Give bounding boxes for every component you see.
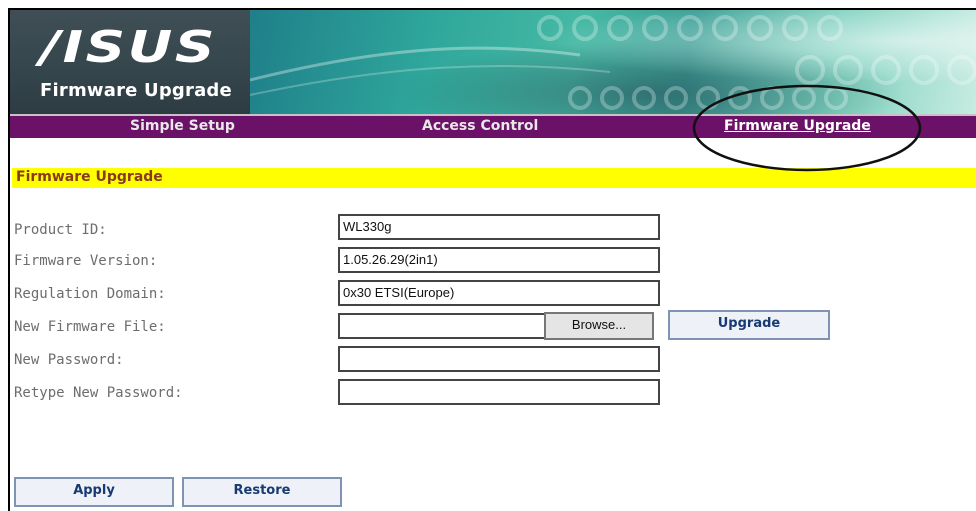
rings-decoration	[250, 15, 976, 110]
firmware-version-field: 1.05.26.29(2in1)	[338, 247, 660, 273]
firmware-version-label: Firmware Version:	[14, 253, 158, 269]
new-firmware-file-label: New Firmware File:	[14, 319, 166, 335]
nav-simple-setup[interactable]: Simple Setup	[130, 118, 235, 134]
apply-button[interactable]: Apply	[14, 477, 174, 507]
nav-access-control[interactable]: Access Control	[422, 118, 538, 134]
product-id-label: Product ID:	[14, 222, 107, 238]
nav-firmware-upgrade[interactable]: Firmware Upgrade	[724, 118, 871, 134]
banner-graphic	[250, 10, 976, 114]
header-banner: /ISUS Firmware Upgrade	[10, 10, 976, 114]
retype-password-field[interactable]	[338, 379, 660, 405]
section-title: Firmware Upgrade	[16, 169, 163, 185]
retype-password-label: Retype New Password:	[14, 385, 183, 401]
regulation-domain-field: 0x30 ETSI(Europe)	[338, 280, 660, 306]
main-nav: Simple Setup Access Control Firmware Upg…	[10, 114, 976, 138]
restore-button[interactable]: Restore	[182, 477, 342, 507]
new-password-field[interactable]	[338, 346, 660, 372]
section-header: Firmware Upgrade	[12, 168, 976, 188]
browse-button[interactable]: Browse...	[544, 312, 654, 340]
asus-logo: /ISUS	[40, 22, 217, 73]
firmware-file-input[interactable]	[338, 313, 550, 339]
new-password-label: New Password:	[14, 352, 124, 368]
router-admin-page: /ISUS Firmware Upgrade Simple Setup Acce…	[8, 8, 976, 511]
asus-logo-panel: /ISUS Firmware Upgrade	[10, 10, 250, 114]
regulation-domain-label: Regulation Domain:	[14, 286, 166, 302]
header-subtitle: Firmware Upgrade	[40, 80, 232, 101]
upgrade-button[interactable]: Upgrade	[668, 310, 830, 340]
product-id-field: WL330g	[338, 214, 660, 240]
